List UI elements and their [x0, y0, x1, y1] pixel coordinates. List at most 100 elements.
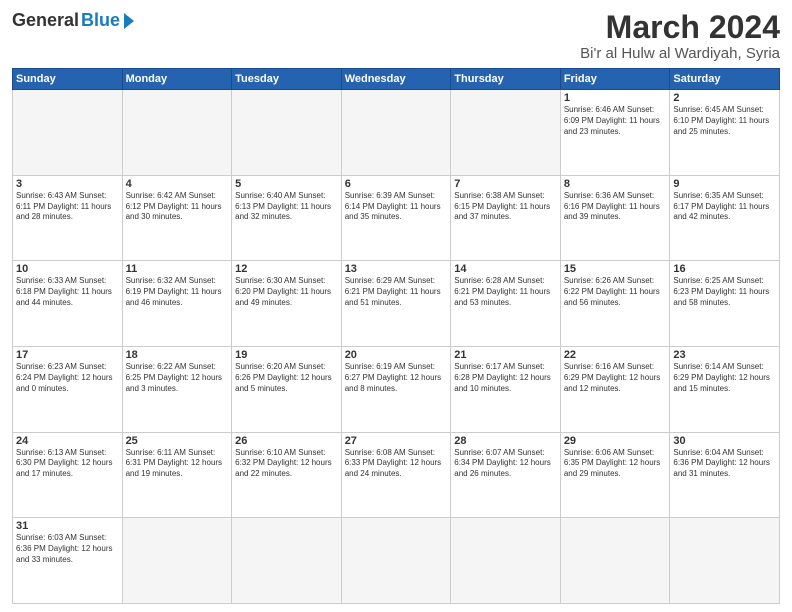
day-info: Sunrise: 6:39 AM Sunset: 6:14 PM Dayligh…	[345, 191, 448, 223]
day-number: 31	[16, 520, 119, 532]
calendar-cell: 11Sunrise: 6:32 AM Sunset: 6:19 PM Dayli…	[122, 261, 232, 347]
weekday-header: Sunday	[13, 69, 123, 90]
day-info: Sunrise: 6:29 AM Sunset: 6:21 PM Dayligh…	[345, 276, 448, 308]
day-info: Sunrise: 6:16 AM Sunset: 6:29 PM Dayligh…	[564, 362, 667, 394]
day-info: Sunrise: 6:08 AM Sunset: 6:33 PM Dayligh…	[345, 448, 448, 480]
day-number: 9	[673, 178, 776, 190]
day-number: 4	[126, 178, 229, 190]
day-info: Sunrise: 6:07 AM Sunset: 6:34 PM Dayligh…	[454, 448, 557, 480]
calendar-cell: 13Sunrise: 6:29 AM Sunset: 6:21 PM Dayli…	[341, 261, 451, 347]
day-number: 7	[454, 178, 557, 190]
day-number: 2	[673, 92, 776, 104]
calendar-cell: 9Sunrise: 6:35 AM Sunset: 6:17 PM Daylig…	[670, 175, 780, 261]
day-info: Sunrise: 6:36 AM Sunset: 6:16 PM Dayligh…	[564, 191, 667, 223]
page: General Blue March 2024 Bi'r al Hulw al …	[0, 0, 792, 612]
logo-triangle-icon	[124, 13, 134, 29]
day-number: 18	[126, 349, 229, 361]
day-number: 15	[564, 263, 667, 275]
day-info: Sunrise: 6:28 AM Sunset: 6:21 PM Dayligh…	[454, 276, 557, 308]
calendar-header-row: SundayMondayTuesdayWednesdayThursdayFrid…	[13, 69, 780, 90]
calendar-cell: 27Sunrise: 6:08 AM Sunset: 6:33 PM Dayli…	[341, 432, 451, 518]
calendar-cell	[451, 90, 561, 176]
header: General Blue March 2024 Bi'r al Hulw al …	[12, 10, 780, 62]
day-number: 8	[564, 178, 667, 190]
calendar-cell: 12Sunrise: 6:30 AM Sunset: 6:20 PM Dayli…	[232, 261, 342, 347]
day-info: Sunrise: 6:42 AM Sunset: 6:12 PM Dayligh…	[126, 191, 229, 223]
calendar-cell: 17Sunrise: 6:23 AM Sunset: 6:24 PM Dayli…	[13, 347, 123, 433]
day-number: 22	[564, 349, 667, 361]
calendar-cell	[341, 518, 451, 604]
day-number: 6	[345, 178, 448, 190]
calendar-week-row: 1Sunrise: 6:46 AM Sunset: 6:09 PM Daylig…	[13, 90, 780, 176]
day-info: Sunrise: 6:19 AM Sunset: 6:27 PM Dayligh…	[345, 362, 448, 394]
day-info: Sunrise: 6:13 AM Sunset: 6:30 PM Dayligh…	[16, 448, 119, 480]
day-number: 21	[454, 349, 557, 361]
calendar-cell: 29Sunrise: 6:06 AM Sunset: 6:35 PM Dayli…	[560, 432, 670, 518]
day-number: 14	[454, 263, 557, 275]
calendar-cell: 25Sunrise: 6:11 AM Sunset: 6:31 PM Dayli…	[122, 432, 232, 518]
calendar-cell: 21Sunrise: 6:17 AM Sunset: 6:28 PM Dayli…	[451, 347, 561, 433]
day-info: Sunrise: 6:33 AM Sunset: 6:18 PM Dayligh…	[16, 276, 119, 308]
day-number: 28	[454, 435, 557, 447]
calendar-week-row: 31Sunrise: 6:03 AM Sunset: 6:36 PM Dayli…	[13, 518, 780, 604]
day-number: 25	[126, 435, 229, 447]
day-number: 19	[235, 349, 338, 361]
day-number: 26	[235, 435, 338, 447]
day-info: Sunrise: 6:45 AM Sunset: 6:10 PM Dayligh…	[673, 105, 776, 137]
calendar-cell: 14Sunrise: 6:28 AM Sunset: 6:21 PM Dayli…	[451, 261, 561, 347]
day-info: Sunrise: 6:38 AM Sunset: 6:15 PM Dayligh…	[454, 191, 557, 223]
weekday-header: Thursday	[451, 69, 561, 90]
day-number: 11	[126, 263, 229, 275]
day-number: 5	[235, 178, 338, 190]
calendar-cell: 23Sunrise: 6:14 AM Sunset: 6:29 PM Dayli…	[670, 347, 780, 433]
day-info: Sunrise: 6:40 AM Sunset: 6:13 PM Dayligh…	[235, 191, 338, 223]
day-info: Sunrise: 6:10 AM Sunset: 6:32 PM Dayligh…	[235, 448, 338, 480]
day-info: Sunrise: 6:17 AM Sunset: 6:28 PM Dayligh…	[454, 362, 557, 394]
month-title: March 2024	[580, 10, 780, 45]
calendar-cell	[13, 90, 123, 176]
day-info: Sunrise: 6:43 AM Sunset: 6:11 PM Dayligh…	[16, 191, 119, 223]
location-title: Bi'r al Hulw al Wardiyah, Syria	[580, 45, 780, 62]
calendar-cell: 7Sunrise: 6:38 AM Sunset: 6:15 PM Daylig…	[451, 175, 561, 261]
title-area: March 2024 Bi'r al Hulw al Wardiyah, Syr…	[580, 10, 780, 62]
calendar-cell	[560, 518, 670, 604]
calendar-week-row: 10Sunrise: 6:33 AM Sunset: 6:18 PM Dayli…	[13, 261, 780, 347]
calendar-cell: 16Sunrise: 6:25 AM Sunset: 6:23 PM Dayli…	[670, 261, 780, 347]
weekday-header: Tuesday	[232, 69, 342, 90]
calendar-cell: 26Sunrise: 6:10 AM Sunset: 6:32 PM Dayli…	[232, 432, 342, 518]
calendar-cell	[122, 518, 232, 604]
calendar-week-row: 17Sunrise: 6:23 AM Sunset: 6:24 PM Dayli…	[13, 347, 780, 433]
day-number: 29	[564, 435, 667, 447]
calendar-cell: 8Sunrise: 6:36 AM Sunset: 6:16 PM Daylig…	[560, 175, 670, 261]
day-info: Sunrise: 6:32 AM Sunset: 6:19 PM Dayligh…	[126, 276, 229, 308]
calendar-week-row: 24Sunrise: 6:13 AM Sunset: 6:30 PM Dayli…	[13, 432, 780, 518]
day-info: Sunrise: 6:26 AM Sunset: 6:22 PM Dayligh…	[564, 276, 667, 308]
calendar-cell: 30Sunrise: 6:04 AM Sunset: 6:36 PM Dayli…	[670, 432, 780, 518]
day-info: Sunrise: 6:30 AM Sunset: 6:20 PM Dayligh…	[235, 276, 338, 308]
calendar-cell	[451, 518, 561, 604]
day-number: 17	[16, 349, 119, 361]
calendar-cell	[670, 518, 780, 604]
calendar-cell: 28Sunrise: 6:07 AM Sunset: 6:34 PM Dayli…	[451, 432, 561, 518]
day-number: 3	[16, 178, 119, 190]
calendar-cell: 3Sunrise: 6:43 AM Sunset: 6:11 PM Daylig…	[13, 175, 123, 261]
day-number: 16	[673, 263, 776, 275]
calendar-table: SundayMondayTuesdayWednesdayThursdayFrid…	[12, 68, 780, 604]
weekday-header: Monday	[122, 69, 232, 90]
day-number: 12	[235, 263, 338, 275]
day-info: Sunrise: 6:06 AM Sunset: 6:35 PM Dayligh…	[564, 448, 667, 480]
calendar-cell: 1Sunrise: 6:46 AM Sunset: 6:09 PM Daylig…	[560, 90, 670, 176]
calendar-cell	[232, 518, 342, 604]
day-number: 23	[673, 349, 776, 361]
calendar-cell: 22Sunrise: 6:16 AM Sunset: 6:29 PM Dayli…	[560, 347, 670, 433]
day-info: Sunrise: 6:14 AM Sunset: 6:29 PM Dayligh…	[673, 362, 776, 394]
day-info: Sunrise: 6:11 AM Sunset: 6:31 PM Dayligh…	[126, 448, 229, 480]
day-info: Sunrise: 6:35 AM Sunset: 6:17 PM Dayligh…	[673, 191, 776, 223]
calendar-cell: 19Sunrise: 6:20 AM Sunset: 6:26 PM Dayli…	[232, 347, 342, 433]
day-number: 27	[345, 435, 448, 447]
day-info: Sunrise: 6:46 AM Sunset: 6:09 PM Dayligh…	[564, 105, 667, 137]
calendar-cell: 6Sunrise: 6:39 AM Sunset: 6:14 PM Daylig…	[341, 175, 451, 261]
day-info: Sunrise: 6:25 AM Sunset: 6:23 PM Dayligh…	[673, 276, 776, 308]
calendar-cell: 31Sunrise: 6:03 AM Sunset: 6:36 PM Dayli…	[13, 518, 123, 604]
calendar-cell: 24Sunrise: 6:13 AM Sunset: 6:30 PM Dayli…	[13, 432, 123, 518]
